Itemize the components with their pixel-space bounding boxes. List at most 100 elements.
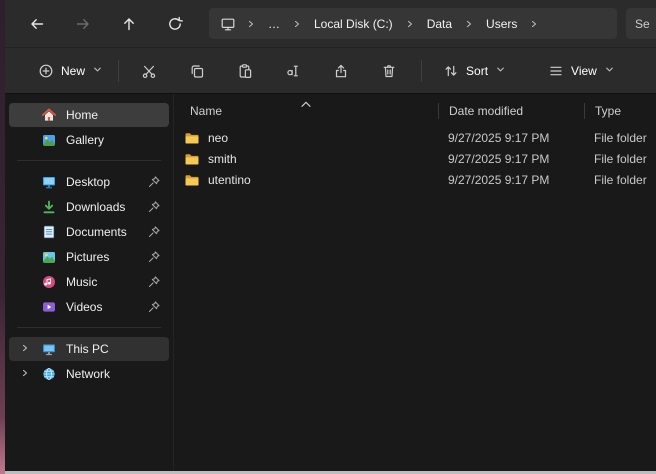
file-name-text: utentino	[208, 173, 251, 187]
file-name-cell: utentino	[174, 172, 438, 188]
sidebar-item-downloads[interactable]: Downloads	[9, 195, 169, 219]
file-name-cell: smith	[174, 151, 438, 167]
sidebar-item-label: Pictures	[66, 250, 147, 264]
file-row-utentino[interactable]: utentino 9/27/2025 9:17 PM File folder	[174, 169, 656, 190]
command-bar: New Sort View	[5, 48, 656, 94]
search-text: Se	[635, 17, 650, 31]
breadcrumb-location-button[interactable]	[213, 11, 243, 36]
sort-button[interactable]: Sort	[432, 54, 517, 88]
pin-icon	[147, 225, 161, 239]
copy-button[interactable]	[177, 54, 217, 88]
file-date-cell: 9/27/2025 9:17 PM	[438, 152, 584, 166]
expand-chevron-icon[interactable]	[18, 366, 32, 380]
desktop-icon	[41, 174, 57, 190]
view-button[interactable]: View	[537, 54, 626, 88]
column-header-date-modified[interactable]: Date modified	[438, 103, 584, 119]
sidebar-item-pictures[interactable]: Pictures	[9, 245, 169, 269]
work-area: Home Gallery Desktop	[5, 94, 656, 471]
documents-icon	[41, 224, 57, 240]
breadcrumb-item-users[interactable]: Users	[477, 11, 526, 36]
downloads-icon	[41, 199, 57, 215]
forward-button[interactable]	[63, 7, 103, 41]
more-options-button[interactable]	[646, 54, 656, 88]
sidebar-item-gallery[interactable]: Gallery	[9, 128, 169, 152]
paste-icon	[237, 63, 253, 79]
gallery-icon	[41, 132, 57, 148]
file-name-cell: neo	[174, 130, 438, 146]
sidebar-item-music[interactable]: Music	[9, 270, 169, 294]
delete-button[interactable]	[369, 54, 409, 88]
sidebar-item-this-pc[interactable]: This PC	[9, 337, 169, 361]
rename-icon	[285, 63, 301, 79]
back-icon	[29, 16, 45, 32]
breadcrumb-chevron[interactable]	[402, 11, 418, 36]
this-pc-icon	[220, 16, 236, 32]
view-button-label: View	[571, 64, 597, 78]
file-type-cell: File folder	[584, 152, 656, 166]
file-rows: neo 9/27/2025 9:17 PM File folder smith …	[174, 127, 656, 190]
network-icon	[41, 366, 57, 382]
sidebar-item-network[interactable]: Network	[9, 362, 169, 386]
search-input[interactable]: Se	[626, 8, 656, 39]
breadcrumb-chevron[interactable]	[289, 11, 305, 36]
videos-icon	[41, 299, 57, 315]
sidebar-item-documents[interactable]: Documents	[9, 220, 169, 244]
breadcrumb-overflow-button[interactable]: …	[259, 11, 289, 36]
refresh-button[interactable]	[155, 7, 195, 41]
chevron-right-icon	[528, 18, 540, 30]
sort-ascending-icon	[300, 97, 312, 111]
pictures-icon	[41, 249, 57, 265]
sidebar-item-label: Desktop	[66, 175, 147, 189]
file-row-neo[interactable]: neo 9/27/2025 9:17 PM File folder	[174, 127, 656, 148]
share-button[interactable]	[321, 54, 361, 88]
chevron-down-icon	[92, 64, 103, 78]
new-button[interactable]: New	[27, 54, 114, 88]
home-icon	[41, 107, 57, 123]
pin-icon	[147, 300, 161, 314]
address-bar[interactable]: … Local Disk (C:) Data Users	[209, 8, 617, 39]
delete-icon	[381, 63, 397, 79]
new-button-label: New	[61, 64, 85, 78]
rename-button[interactable]	[273, 54, 313, 88]
sort-button-label: Sort	[466, 64, 488, 78]
column-headers: Name Date modified Type	[174, 100, 656, 122]
sidebar-separator	[17, 327, 161, 328]
folder-icon	[184, 151, 200, 167]
file-date-cell: 9/27/2025 9:17 PM	[438, 173, 584, 187]
column-header-type[interactable]: Type	[584, 103, 656, 119]
up-button[interactable]	[109, 7, 149, 41]
breadcrumb-item-local-disk[interactable]: Local Disk (C:)	[305, 11, 402, 36]
breadcrumb-chevron[interactable]	[526, 11, 542, 36]
breadcrumb-item-data[interactable]: Data	[418, 11, 461, 36]
sidebar-item-label: Network	[66, 367, 169, 381]
back-button[interactable]	[17, 7, 57, 41]
file-name-text: neo	[208, 131, 228, 145]
expand-chevron-icon[interactable]	[18, 341, 32, 355]
cut-button[interactable]	[129, 54, 169, 88]
file-type-cell: File folder	[584, 173, 656, 187]
file-row-smith[interactable]: smith 9/27/2025 9:17 PM File folder	[174, 148, 656, 169]
copy-icon	[189, 63, 205, 79]
pin-icon	[147, 200, 161, 214]
toolbar-separator	[118, 60, 119, 82]
sidebar-item-desktop[interactable]: Desktop	[9, 170, 169, 194]
chevron-down-icon	[495, 64, 506, 78]
new-plus-icon	[38, 63, 54, 79]
paste-button[interactable]	[225, 54, 265, 88]
sidebar-separator	[17, 160, 161, 161]
navigation-pane: Home Gallery Desktop	[5, 94, 173, 471]
toolbar-separator	[421, 60, 422, 82]
file-type-cell: File folder	[584, 131, 656, 145]
sidebar-item-label: Videos	[66, 300, 147, 314]
this-pc-icon	[41, 341, 57, 357]
pin-icon	[147, 175, 161, 189]
folder-icon	[184, 130, 200, 146]
breadcrumb-chevron[interactable]	[461, 11, 477, 36]
sidebar-item-videos[interactable]: Videos	[9, 295, 169, 319]
music-icon	[41, 274, 57, 290]
breadcrumb-chevron[interactable]	[243, 11, 259, 36]
refresh-icon	[167, 16, 183, 32]
folder-icon	[184, 172, 200, 188]
sidebar-item-home[interactable]: Home	[9, 103, 169, 127]
sidebar-item-label: This PC	[66, 342, 169, 356]
